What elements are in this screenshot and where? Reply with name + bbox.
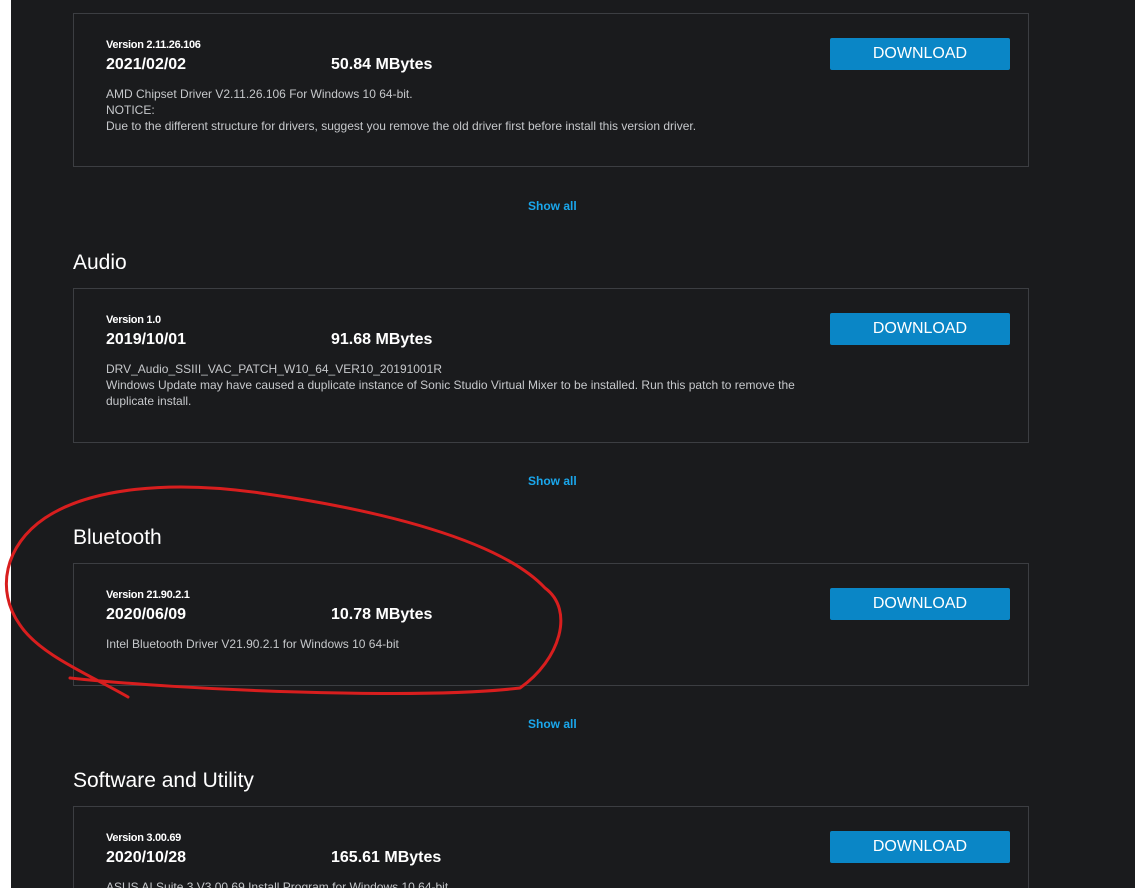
driver-size: 10.78 MBytes — [331, 606, 433, 623]
driver-size: 91.68 MBytes — [331, 331, 433, 348]
driver-download-page: Version 2.11.26.106 2021/02/02 50.84 MBy… — [11, 0, 1135, 888]
driver-date: 2021/02/02 — [106, 56, 187, 73]
description-line: Windows Update may have caused a duplica… — [106, 378, 799, 408]
description-line: Due to the different structure for drive… — [106, 119, 697, 133]
driver-description: AMD Chipset Driver V2.11.26.106 For Wind… — [106, 86, 806, 134]
driver-version: Version 1.0 — [106, 314, 161, 326]
driver-description: DRV_Audio_SSIII_VAC_PATCH_W10_64_VER10_2… — [106, 361, 806, 409]
show-all-link[interactable]: Show all — [528, 199, 577, 213]
download-button[interactable]: DOWNLOAD — [830, 313, 1010, 345]
driver-version: Version 21.90.2.1 — [106, 589, 190, 601]
driver-date: 2019/10/01 — [106, 331, 187, 348]
driver-size: 165.61 MBytes — [331, 849, 442, 866]
section-title-bluetooth: Bluetooth — [73, 526, 162, 549]
chipset-driver-card: Version 2.11.26.106 2021/02/02 50.84 MBy… — [73, 13, 1029, 167]
description-line: ASUS AI Suite 3 V3.00.69 Install Program… — [106, 880, 449, 888]
description-line: Intel Bluetooth Driver V21.90.2.1 for Wi… — [106, 637, 399, 651]
driver-date: 2020/10/28 — [106, 849, 187, 866]
software-utility-card: Version 3.00.69 2020/10/28 165.61 MBytes… — [73, 806, 1029, 888]
download-button[interactable]: DOWNLOAD — [830, 831, 1010, 863]
audio-driver-card: Version 1.0 2019/10/01 91.68 MBytes DRV_… — [73, 288, 1029, 443]
driver-size: 50.84 MBytes — [331, 56, 433, 73]
section-title-software-utility: Software and Utility — [73, 769, 254, 792]
section-title-audio: Audio — [73, 251, 127, 274]
download-button[interactable]: DOWNLOAD — [830, 588, 1010, 620]
driver-description: ASUS AI Suite 3 V3.00.69 Install Program… — [106, 879, 806, 888]
description-line: NOTICE: — [106, 103, 155, 117]
download-button[interactable]: DOWNLOAD — [830, 38, 1010, 70]
driver-date: 2020/06/09 — [106, 606, 187, 623]
bluetooth-driver-card: Version 21.90.2.1 2020/06/09 10.78 MByte… — [73, 563, 1029, 686]
description-line: AMD Chipset Driver V2.11.26.106 For Wind… — [106, 87, 413, 101]
driver-version: Version 2.11.26.106 — [106, 39, 201, 51]
driver-version: Version 3.00.69 — [106, 832, 181, 844]
driver-description: Intel Bluetooth Driver V21.90.2.1 for Wi… — [106, 636, 806, 652]
show-all-link[interactable]: Show all — [528, 717, 577, 731]
description-line: DRV_Audio_SSIII_VAC_PATCH_W10_64_VER10_2… — [106, 362, 442, 376]
show-all-link[interactable]: Show all — [528, 474, 577, 488]
